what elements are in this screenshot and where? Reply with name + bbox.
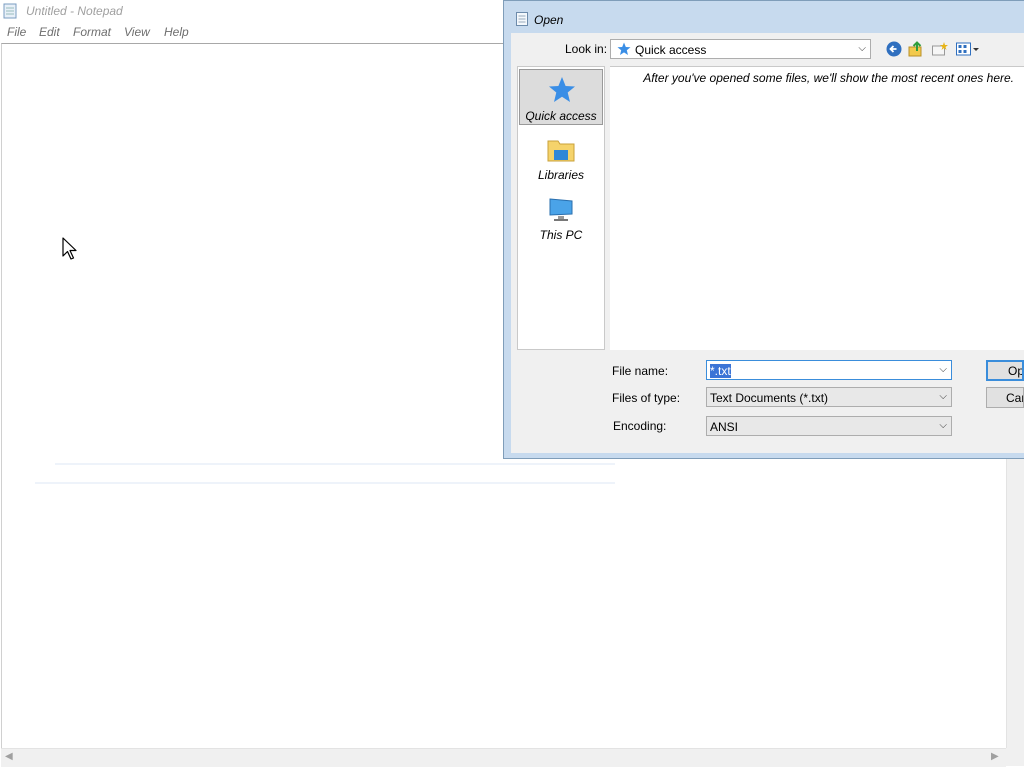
render-artifact xyxy=(55,463,615,465)
chevron-down-icon: ⌵ xyxy=(858,43,866,54)
dialog-document-icon xyxy=(516,12,528,26)
notepad-app-icon xyxy=(3,3,17,19)
chevron-down-icon: ⌵ xyxy=(939,391,947,402)
menu-edit[interactable]: Edit xyxy=(39,25,60,39)
open-button[interactable]: Open xyxy=(986,360,1024,381)
encoding-label: Encoding: xyxy=(613,419,667,433)
file-name-label: File name: xyxy=(612,364,669,378)
scroll-right-arrow-icon[interactable]: ▶ xyxy=(991,751,999,762)
file-list[interactable]: After you've opened some files, we'll sh… xyxy=(610,66,1024,350)
menu-file[interactable]: File xyxy=(7,25,26,39)
star-icon xyxy=(617,42,631,55)
place-this-pc[interactable]: This PC xyxy=(519,189,603,245)
dialog-title: Open xyxy=(534,13,564,27)
scroll-left-arrow-icon[interactable]: ◀ xyxy=(5,751,13,762)
place-libraries[interactable]: Libraries xyxy=(519,129,603,185)
menu-help[interactable]: Help xyxy=(164,25,189,39)
cancel-button[interactable]: Cancel xyxy=(986,387,1024,408)
files-of-type-select[interactable]: Text Documents (*.txt) ⌵ xyxy=(706,387,952,407)
new-folder-icon[interactable] xyxy=(931,40,949,58)
up-folder-icon[interactable] xyxy=(907,40,925,58)
scrollbar-corner xyxy=(1006,748,1024,766)
view-menu-icon[interactable] xyxy=(955,40,981,58)
mouse-cursor-icon xyxy=(62,237,77,260)
place-label: Libraries xyxy=(537,168,585,182)
horizontal-scrollbar[interactable]: ◀ ▶ xyxy=(1,748,1006,767)
place-quick-access[interactable]: Quick access xyxy=(519,69,603,125)
folder-icon xyxy=(547,140,575,162)
chevron-down-icon: ⌵ xyxy=(939,420,947,431)
chevron-down-icon[interactable]: ⌵ xyxy=(939,364,947,375)
files-of-type-label: Files of type: xyxy=(612,391,681,405)
place-label: This PC xyxy=(539,228,583,242)
look-in-label: Look in: xyxy=(565,42,608,56)
encoding-value: ANSI xyxy=(710,420,739,434)
menu-format[interactable]: Format xyxy=(73,25,111,39)
menu-view[interactable]: View xyxy=(124,25,150,39)
back-arrow-icon[interactable] xyxy=(885,40,903,58)
look-in-value: Quick access xyxy=(635,43,707,57)
render-artifact xyxy=(35,482,615,484)
file-name-input[interactable]: *.txt xyxy=(710,364,731,378)
places-bar: Quick access Libraries This PC xyxy=(517,66,605,350)
encoding-select[interactable]: ANSI ⌵ xyxy=(706,416,952,436)
place-label: Quick access xyxy=(525,109,597,123)
empty-list-message: After you've opened some files, we'll sh… xyxy=(643,71,1014,85)
file-name-combo[interactable]: *.txt ⌵ xyxy=(706,360,952,380)
look-in-combo[interactable]: Quick access ⌵ xyxy=(610,39,871,59)
window-title: Untitled - Notepad xyxy=(26,4,123,18)
files-of-type-value: Text Documents (*.txt) xyxy=(710,391,829,405)
computer-icon xyxy=(549,198,573,221)
star-icon xyxy=(549,77,575,102)
